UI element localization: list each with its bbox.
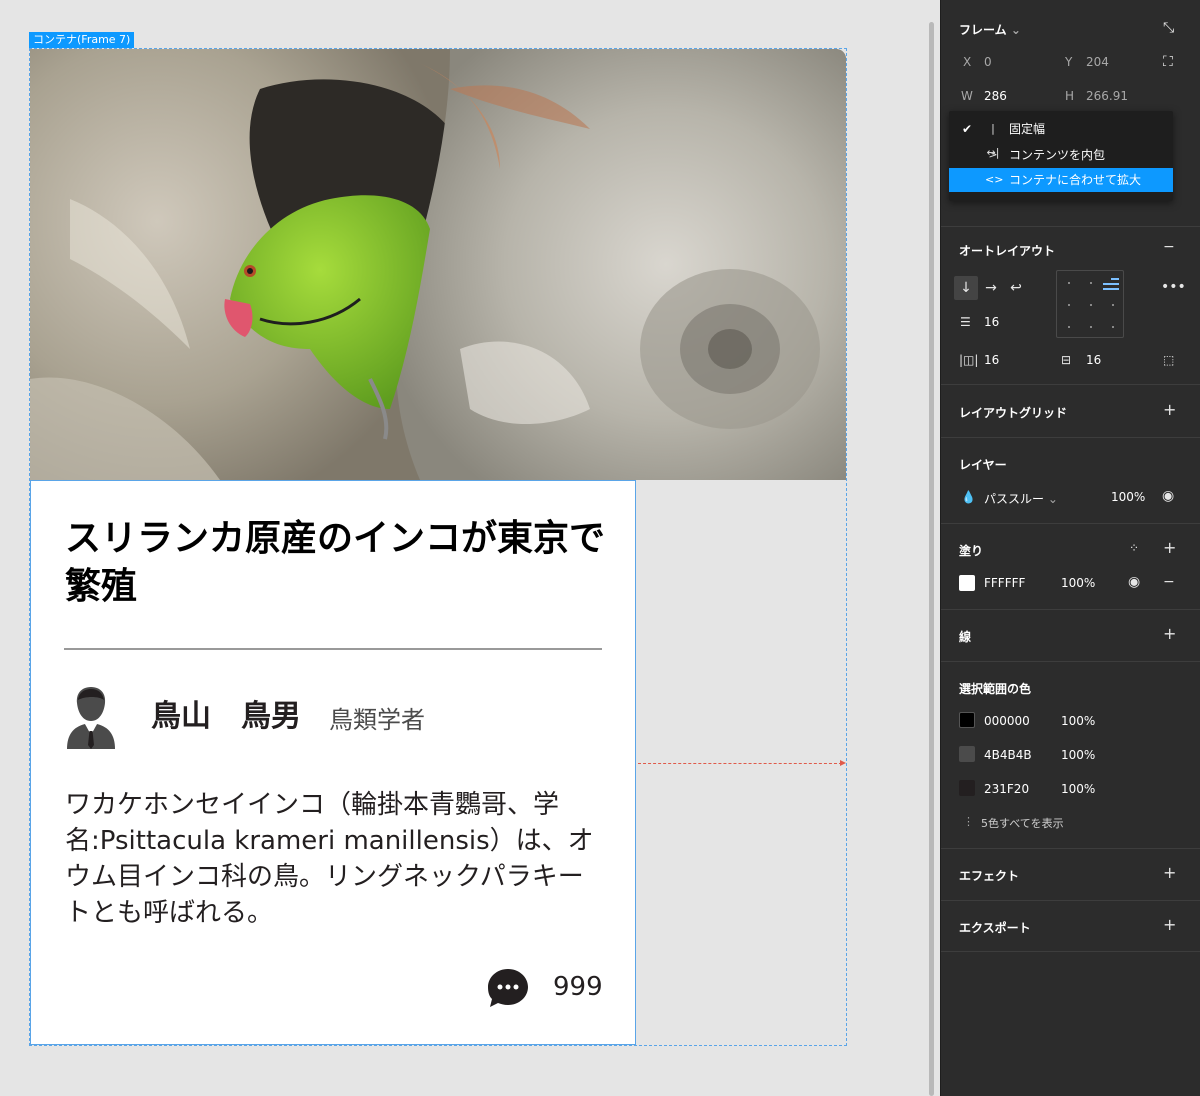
add-effect-icon[interactable]: + bbox=[1163, 865, 1176, 881]
selection-colors-title: 選択範囲の色 bbox=[959, 682, 1032, 696]
h-label: H bbox=[1065, 89, 1075, 103]
fill-container-icon: <> bbox=[985, 173, 1004, 186]
item-spacing-icon: ☰ bbox=[960, 315, 971, 329]
selection-color-hex[interactable]: 000000 bbox=[984, 714, 1030, 728]
selection-color-hex[interactable]: 4B4B4B bbox=[984, 748, 1032, 762]
selection-color-hex[interactable]: 231F20 bbox=[984, 782, 1029, 796]
direction-wrap-icon[interactable]: ↩ bbox=[1004, 276, 1028, 300]
direction-vertical-icon[interactable]: ↓ bbox=[954, 276, 978, 300]
section-divider bbox=[941, 661, 1200, 662]
vertical-padding-input[interactable]: 16 bbox=[1086, 353, 1101, 367]
add-stroke-icon[interactable]: + bbox=[1163, 626, 1176, 642]
fill-hex-input[interactable]: FFFFFF bbox=[984, 576, 1025, 590]
auto-layout-title: オートレイアウト bbox=[959, 244, 1056, 258]
author-role: 鳥類学者 bbox=[329, 706, 425, 734]
alignment-active-icon bbox=[1103, 277, 1119, 291]
fill-swatch[interactable] bbox=[959, 575, 975, 591]
more-options-icon[interactable]: ••• bbox=[1161, 280, 1186, 294]
card-title: スリランカ原産のインコが東京で繁殖 bbox=[65, 518, 606, 607]
selection-color-swatch[interactable] bbox=[959, 746, 975, 762]
layout-grid-title: レイアウトグリッド bbox=[959, 406, 1068, 420]
y-input[interactable]: 204 bbox=[1086, 55, 1109, 69]
selection-color-opacity[interactable]: 100% bbox=[1061, 748, 1095, 762]
export-title: エクスポート bbox=[959, 921, 1031, 935]
direction-horizontal-icon[interactable]: → bbox=[979, 276, 1003, 300]
blend-mode-select[interactable]: パススルー ⌄ bbox=[984, 490, 1058, 507]
remove-fill-icon[interactable]: − bbox=[1163, 575, 1175, 589]
add-export-icon[interactable]: + bbox=[1163, 917, 1176, 933]
article-card[interactable]: スリランカ原産のインコが東京で繁殖 鳥山 鳥男 鳥類学者 ワカケホンセイインコ（… bbox=[30, 480, 636, 1045]
spacing-indicator-arrow-icon bbox=[840, 760, 846, 766]
selection-color-swatch[interactable] bbox=[959, 780, 975, 796]
layer-title: レイヤー bbox=[959, 458, 1007, 472]
section-divider bbox=[941, 951, 1200, 952]
h-input[interactable]: 266.91 bbox=[1086, 89, 1128, 103]
section-divider bbox=[941, 384, 1200, 385]
absolute-position-icon[interactable]: ⛶ bbox=[1163, 55, 1173, 69]
chevron-down-icon: ⌄ bbox=[1010, 23, 1021, 37]
card-body-text: ワカケホンセイインコ（輪掛本青鸚哥、学名:Psittacula krameri … bbox=[65, 790, 594, 928]
selection-color-swatch[interactable] bbox=[959, 712, 975, 728]
remove-auto-layout-icon[interactable]: − bbox=[1163, 240, 1175, 254]
vertical-padding-icon: ⊟ bbox=[1061, 353, 1072, 367]
selection-color-opacity[interactable]: 100% bbox=[1061, 782, 1095, 796]
section-divider bbox=[941, 900, 1200, 901]
horizontal-padding-icon: |◫| bbox=[959, 353, 979, 367]
show-all-colors-link[interactable]: 5色すべてを表示 bbox=[981, 815, 1064, 831]
collapse-arrows-icon[interactable]: ⤡ bbox=[1163, 21, 1174, 35]
parrot-photo[interactable] bbox=[30, 49, 846, 480]
item-spacing-input[interactable]: 16 bbox=[984, 315, 999, 329]
section-divider bbox=[941, 848, 1200, 849]
eye-icon[interactable]: ◉ bbox=[1128, 575, 1140, 589]
section-divider bbox=[941, 437, 1200, 438]
chevron-down-icon: ⌄ bbox=[1047, 492, 1058, 506]
canvas-scrollbar[interactable] bbox=[929, 22, 934, 1096]
author-name: 鳥山 鳥男 bbox=[151, 699, 301, 734]
section-divider bbox=[941, 226, 1200, 227]
vertical-dots-icon: ⋮ bbox=[963, 815, 974, 828]
alignment-grid[interactable] bbox=[1056, 270, 1124, 338]
businessman-avatar-icon bbox=[63, 683, 119, 751]
fill-opacity-input[interactable]: 100% bbox=[1061, 576, 1095, 590]
y-label: Y bbox=[1065, 55, 1073, 69]
frame-section-title[interactable]: フレーム ⌄ bbox=[959, 21, 1021, 38]
individual-padding-icon[interactable]: ⬚ bbox=[1163, 353, 1174, 367]
card-divider bbox=[64, 648, 602, 650]
style-grid-icon[interactable]: ⁘ bbox=[1129, 541, 1139, 555]
eye-icon[interactable]: ◉ bbox=[1162, 489, 1174, 503]
resize-option-hug[interactable]: >< コンテンツを内包 bbox=[949, 143, 1173, 185]
x-label: X bbox=[963, 55, 972, 69]
horizontal-padding-input[interactable]: 16 bbox=[984, 353, 999, 367]
chat-bubble-icon[interactable] bbox=[486, 967, 530, 1015]
selection-color-opacity[interactable]: 100% bbox=[1061, 714, 1095, 728]
section-divider bbox=[941, 523, 1200, 524]
stroke-title: 線 bbox=[959, 630, 972, 644]
properties-panel: フレーム ⌄ ⤡ X 0 Y 204 ⛶ W 286 H 266.91 ✔ |↔… bbox=[940, 0, 1200, 1096]
resize-option-fixed[interactable]: ✔ |↔| 固定幅 bbox=[949, 117, 1173, 159]
add-layout-grid-icon[interactable]: + bbox=[1163, 402, 1176, 418]
spacing-indicator-line bbox=[638, 763, 842, 764]
checkmark-icon: ✔ bbox=[961, 122, 973, 136]
resize-option-fill[interactable]: <> コンテナに合わせて拡大 bbox=[949, 168, 1173, 192]
w-input[interactable]: 286 bbox=[984, 89, 1007, 103]
w-label: W bbox=[961, 89, 973, 103]
x-input[interactable]: 0 bbox=[984, 55, 992, 69]
effects-title: エフェクト bbox=[959, 869, 1020, 883]
blend-drop-icon: 💧 bbox=[961, 490, 976, 504]
section-divider bbox=[941, 609, 1200, 610]
add-fill-icon[interactable]: + bbox=[1163, 540, 1176, 556]
parrot-photo-image bbox=[30, 49, 846, 480]
resize-mode-menu: ✔ |↔| 固定幅 >< コンテンツを内包 <> コンテナに合わせて拡大 bbox=[949, 111, 1173, 201]
fill-title: 塗り bbox=[959, 544, 984, 558]
frame-label[interactable]: コンテナ(Frame 7) bbox=[29, 32, 135, 48]
design-canvas[interactable]: コンテナ(Frame 7) スリランカ原産のインコが東京で繁殖 鳥山 鳥男 鳥類… bbox=[0, 0, 940, 1096]
layer-opacity-input[interactable]: 100% bbox=[1111, 490, 1145, 504]
comment-count: 999 bbox=[553, 972, 603, 1002]
